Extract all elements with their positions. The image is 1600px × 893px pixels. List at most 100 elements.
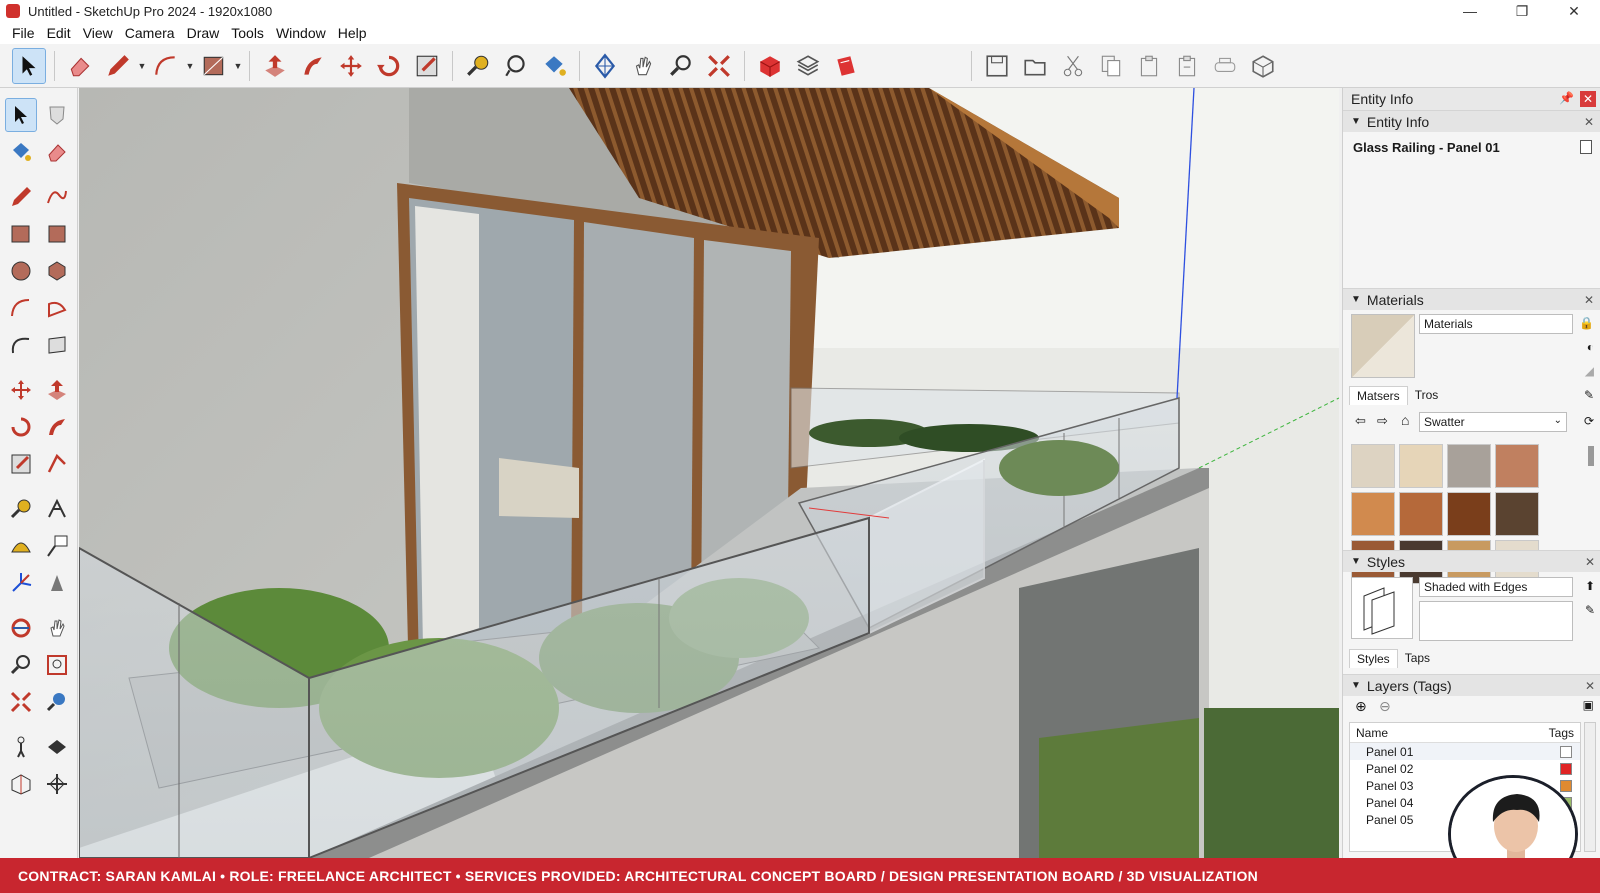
tab-styles-select[interactable]: Styles	[1349, 649, 1398, 668]
rectangle-tool-button[interactable]	[197, 48, 231, 84]
dimension-tool-button[interactable]	[499, 48, 533, 84]
material-swatch[interactable]	[1351, 444, 1395, 488]
follow-me-tool-button[interactable]	[296, 48, 330, 84]
look-around-tool[interactable]	[41, 685, 73, 719]
material-swatch[interactable]	[1495, 492, 1539, 536]
menu-file[interactable]: File	[6, 25, 41, 41]
save-button[interactable]	[980, 48, 1014, 84]
position-camera-tool[interactable]	[5, 730, 37, 764]
push-pull-tool[interactable]	[41, 373, 73, 407]
extension-warehouse-button[interactable]	[791, 48, 825, 84]
rectangle-tool-dropdown[interactable]: ▼	[233, 48, 243, 84]
zoom-window-tool[interactable]	[41, 648, 73, 682]
style-description-field[interactable]	[1419, 601, 1573, 641]
paint-tool[interactable]	[5, 135, 37, 169]
tray-close-button[interactable]: ✕	[1580, 91, 1596, 107]
layout-send-button[interactable]	[829, 48, 863, 84]
move-tool[interactable]	[5, 373, 37, 407]
material-preview-swatch[interactable]	[1351, 314, 1415, 378]
push-pull-tool-button[interactable]	[258, 48, 292, 84]
sample-paint-icon[interactable]: ◢	[1585, 364, 1594, 378]
text-tool[interactable]	[41, 529, 73, 563]
layer-row[interactable]: Panel 02	[1350, 760, 1580, 777]
menu-view[interactable]: View	[77, 25, 119, 41]
section-close-icon[interactable]: ✕	[1585, 679, 1595, 693]
material-swatch[interactable]	[1399, 492, 1443, 536]
polygon-tool[interactable]	[41, 254, 73, 288]
walk-tool[interactable]	[41, 730, 73, 764]
zoom-extents-tool[interactable]	[5, 685, 37, 719]
minimize-button[interactable]: —	[1444, 0, 1496, 22]
menu-window[interactable]: Window	[270, 25, 332, 41]
layers-scrollbar[interactable]	[1584, 722, 1596, 852]
axes-tool[interactable]	[5, 566, 37, 600]
three-point-arc-tool[interactable]	[5, 328, 37, 362]
eraser-tool-button[interactable]	[63, 48, 97, 84]
layer-color-swatch[interactable]	[1560, 763, 1572, 775]
close-button[interactable]: ✕	[1548, 0, 1600, 22]
rotate-tool[interactable]	[5, 410, 37, 444]
details-arrow-icon[interactable]: ⟳	[1584, 414, 1594, 428]
scale-tool-button[interactable]	[410, 48, 444, 84]
lock-icon[interactable]: 🔒	[1579, 316, 1594, 330]
lasso-tool[interactable]	[41, 98, 73, 132]
forward-arrow-icon[interactable]: ⇨	[1377, 413, 1388, 429]
paint-bucket-tool-button[interactable]	[537, 48, 571, 84]
copy-button[interactable]	[1094, 48, 1128, 84]
pin-icon[interactable]: 📌	[1559, 91, 1574, 105]
layer-color-swatch[interactable]	[1560, 746, 1572, 758]
layer-color-swatch[interactable]	[1560, 780, 1572, 792]
material-swatch[interactable]	[1447, 492, 1491, 536]
eraser-tool[interactable]	[41, 135, 73, 169]
pan-tool[interactable]	[41, 611, 73, 645]
3d-warehouse-button[interactable]	[753, 48, 787, 84]
axes-position-tool[interactable]	[41, 767, 73, 801]
tape-measure-tool[interactable]	[5, 492, 37, 526]
style-thumbnail[interactable]	[1351, 577, 1413, 639]
material-library-select[interactable]: Swatter ⌄	[1419, 412, 1567, 432]
menu-help[interactable]: Help	[332, 25, 373, 41]
maximize-button[interactable]: ❐	[1496, 0, 1548, 22]
model-info-button[interactable]	[1246, 48, 1280, 84]
zoom-extents-tool-button[interactable]	[702, 48, 736, 84]
material-name-field[interactable]: Materials	[1419, 314, 1573, 334]
tape-measure-tool-button[interactable]	[461, 48, 495, 84]
section-close-icon[interactable]: ✕	[1584, 293, 1594, 307]
add-tag-icon[interactable]: ⊕	[1355, 698, 1367, 715]
open-button[interactable]	[1018, 48, 1052, 84]
materials-section-header[interactable]: ▼ Materials ✕	[1343, 288, 1600, 310]
column-name[interactable]: Name	[1356, 726, 1388, 740]
create-material-icon[interactable]: ◐	[1587, 340, 1594, 354]
menu-camera[interactable]: Camera	[119, 25, 181, 41]
rectangle-tool[interactable]	[5, 217, 37, 251]
scale-tool[interactable]	[5, 447, 37, 481]
tag-details-icon[interactable]: ▣	[1583, 698, 1594, 712]
update-style-icon[interactable]: ⬆	[1585, 579, 1595, 593]
eyedropper-icon[interactable]: ✎	[1584, 388, 1594, 402]
pie-tool[interactable]	[41, 291, 73, 325]
style-sample-icon[interactable]: ✎	[1585, 603, 1595, 617]
tab-select[interactable]: Matsers	[1349, 386, 1408, 405]
arc-tool-dropdown[interactable]: ▼	[185, 48, 195, 84]
orbit-tool[interactable]	[5, 611, 37, 645]
arc-tool[interactable]	[5, 291, 37, 325]
material-swatch[interactable]	[1447, 444, 1491, 488]
tab-styles-edit[interactable]: Taps	[1398, 649, 1437, 668]
materials-scrollbar[interactable]	[1588, 446, 1594, 466]
delete-tag-icon[interactable]: ⊖	[1379, 698, 1391, 715]
protractor-tool[interactable]	[5, 529, 37, 563]
zoom-tool-button[interactable]	[664, 48, 698, 84]
layers-section-header[interactable]: ▼ Layers (Tags) ✕	[1343, 674, 1600, 696]
line-tool-button[interactable]	[101, 48, 135, 84]
orbit-tool-button[interactable]	[588, 48, 622, 84]
arc-tool-button[interactable]	[149, 48, 183, 84]
select-tool[interactable]	[4, 98, 37, 132]
print-button[interactable]	[1208, 48, 1242, 84]
layer-row[interactable]: Panel 01	[1350, 743, 1580, 760]
entity-info-section-header[interactable]: ▼ Entity Info ✕	[1343, 110, 1600, 132]
offset-tool[interactable]	[41, 447, 73, 481]
follow-me-tool[interactable]	[41, 410, 73, 444]
back-arrow-icon[interactable]: ⇦	[1355, 413, 1366, 429]
paste-button[interactable]	[1132, 48, 1166, 84]
styles-section-header[interactable]: ▼ Styles ✕	[1343, 550, 1600, 572]
